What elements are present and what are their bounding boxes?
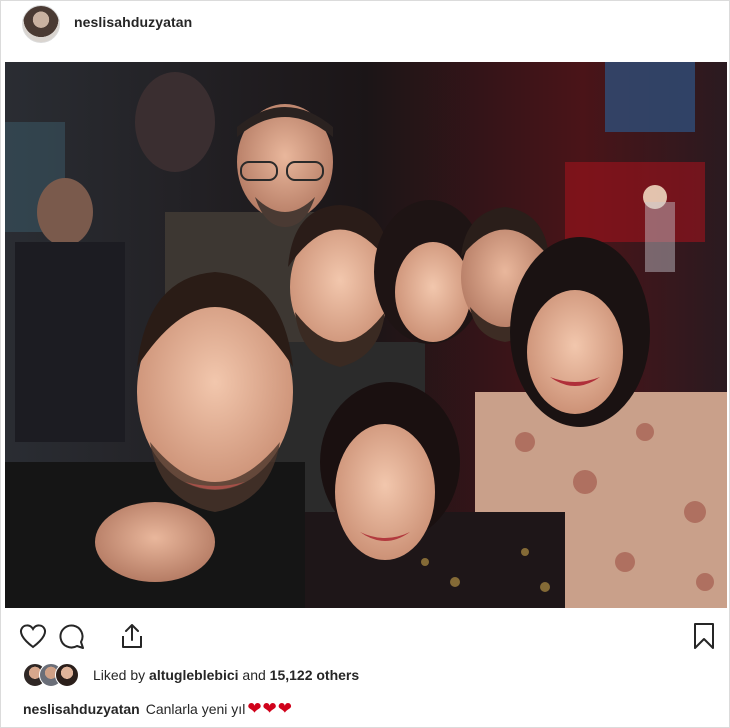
profile-avatar[interactable] bbox=[22, 5, 60, 43]
post-actions bbox=[1, 613, 729, 659]
post-photo[interactable] bbox=[5, 62, 727, 608]
bookmark-icon bbox=[694, 623, 714, 649]
liked-by-others-link[interactable]: 15,122 others bbox=[270, 667, 360, 683]
save-button[interactable] bbox=[689, 621, 719, 651]
share-button[interactable] bbox=[117, 621, 147, 651]
comment-bubble-icon bbox=[59, 624, 84, 649]
post-username[interactable]: neslisahduzyatan bbox=[74, 14, 192, 30]
liker-avatar[interactable] bbox=[55, 663, 79, 687]
caption-text: Canlarla yeni yıl bbox=[145, 701, 246, 717]
post-header: neslisahduzyatan bbox=[1, 1, 729, 59]
post-caption: neslisahduzyatan Canlarla yeni yıl ❤❤❤ bbox=[23, 697, 713, 721]
liked-by-prefix: Liked by bbox=[93, 667, 146, 683]
caption-heart-emoji: ❤❤❤ bbox=[247, 699, 294, 718]
heart-outline-icon bbox=[19, 624, 47, 649]
group-selfie-photo bbox=[5, 62, 727, 608]
likes-summary: Liked by altugleblebici and 15,122 other… bbox=[23, 663, 713, 687]
share-upload-icon bbox=[122, 624, 142, 648]
like-button[interactable] bbox=[18, 621, 48, 651]
liked-by-connector: and bbox=[242, 667, 266, 683]
caption-username[interactable]: neslisahduzyatan bbox=[23, 701, 140, 717]
liked-by-user-link[interactable]: altugleblebici bbox=[149, 667, 238, 683]
instagram-post: neslisahduzyatan Liked by altugleblebici… bbox=[0, 0, 730, 728]
liker-avatars bbox=[23, 663, 89, 687]
liked-by-text: Liked by altugleblebici and 15,122 other… bbox=[93, 667, 359, 683]
comment-button[interactable] bbox=[56, 621, 86, 651]
